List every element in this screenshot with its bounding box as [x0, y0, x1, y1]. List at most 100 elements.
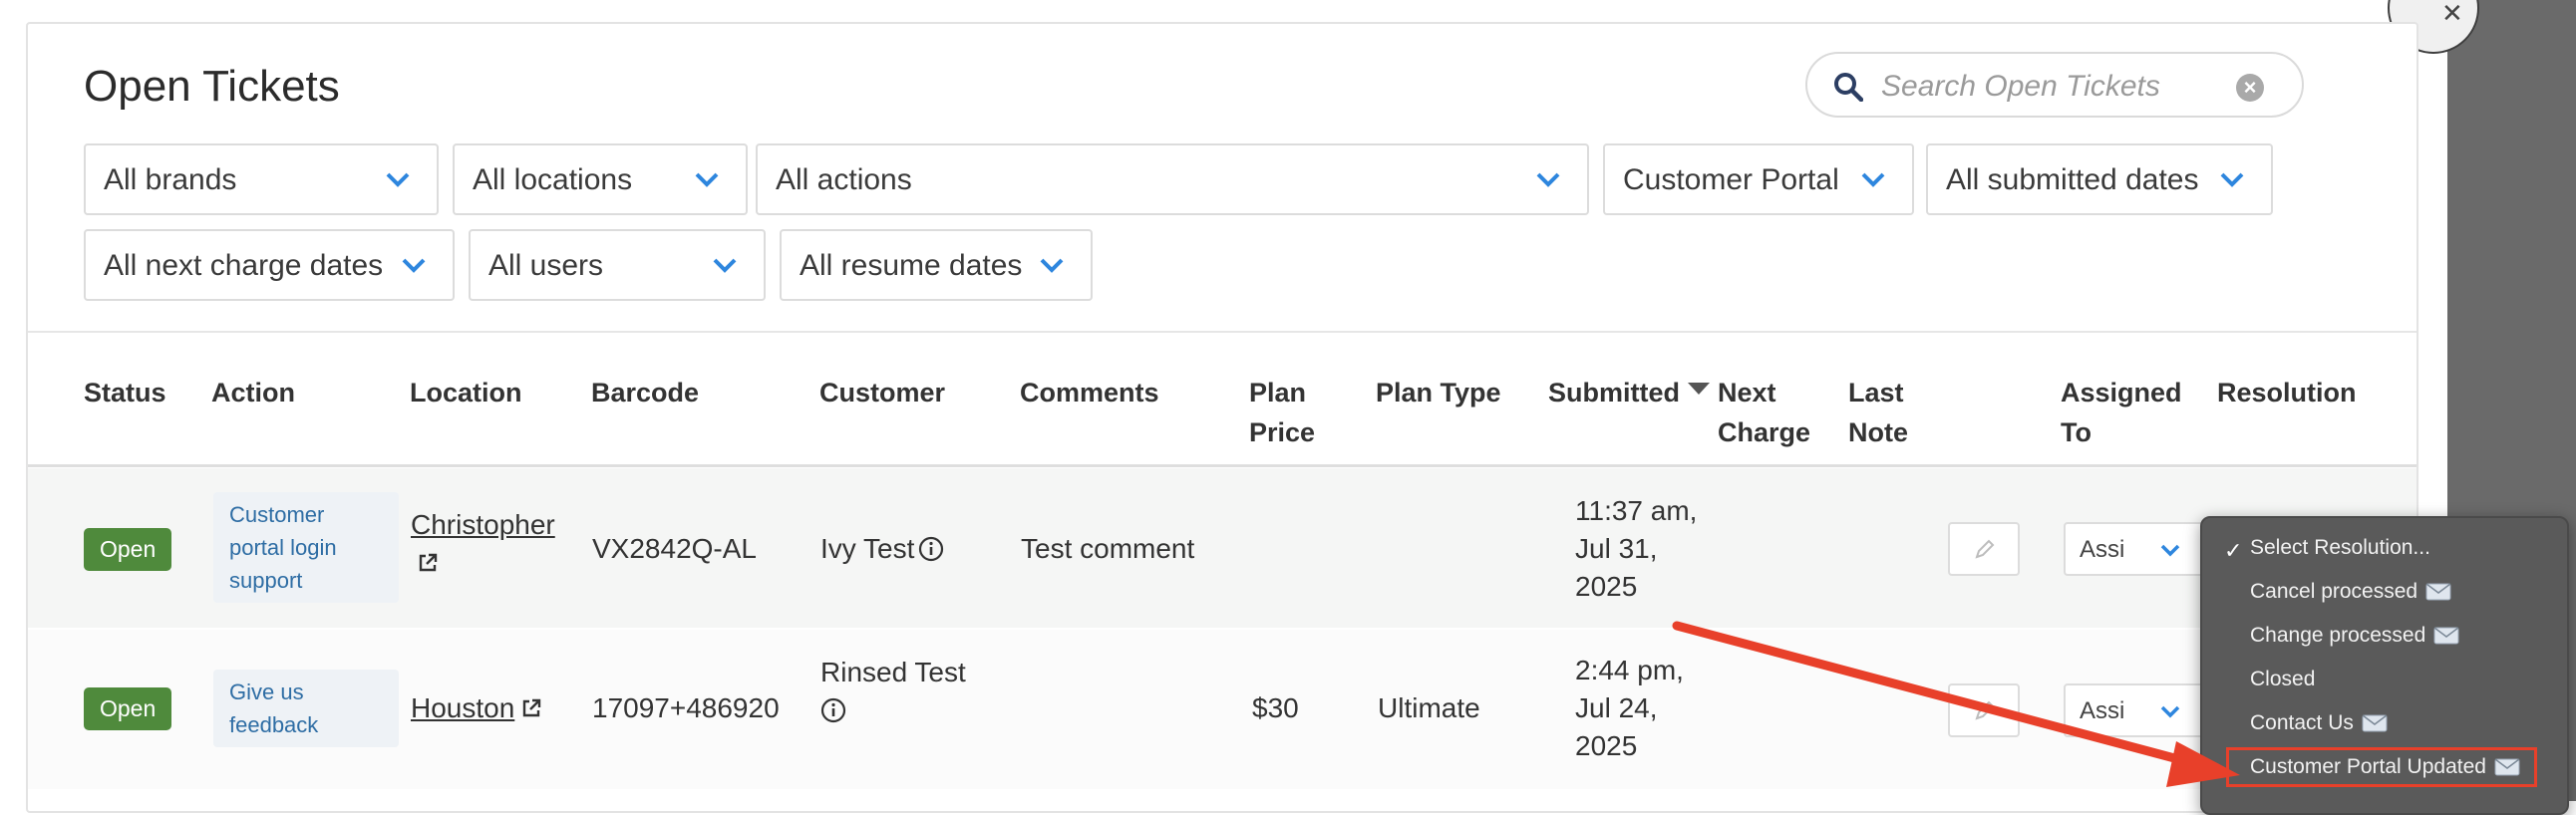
brands-filter[interactable]: All brands — [84, 143, 439, 215]
submitted-cell: 2:44 pm, Jul 24, 2025 — [1575, 652, 1684, 765]
resume-dates-filter[interactable]: All resume dates — [780, 229, 1093, 301]
edit-note-button[interactable] — [1948, 522, 2020, 576]
col-barcode[interactable]: Barcode — [591, 373, 699, 412]
option-label: Select Resolution... — [2250, 536, 2430, 559]
email-icon — [2433, 627, 2459, 645]
resolution-option-closed[interactable]: Closed — [2250, 668, 2315, 691]
submitted-time: 2:44 pm, — [1575, 655, 1684, 685]
submitted-cell: 11:37 am, Jul 31, 2025 — [1575, 492, 1697, 606]
status-badge: Open — [84, 687, 172, 730]
submitted-date: Jul 24, — [1575, 692, 1658, 723]
page-title: Open Tickets — [84, 62, 340, 111]
table-row[interactable]: Open Give us feedback Houston 17097+4869… — [28, 630, 2416, 789]
col-customer[interactable]: Customer — [819, 373, 945, 412]
col-assigned-to[interactable]: Assigned To — [2061, 373, 2182, 452]
users-filter[interactable]: All users — [469, 229, 766, 301]
chevron-down-icon — [1040, 258, 1064, 273]
external-link-icon[interactable] — [520, 697, 542, 719]
chevron-down-icon — [402, 258, 426, 273]
submitted-year: 2025 — [1575, 730, 1638, 761]
action-line: support — [229, 568, 303, 593]
barcode-cell: 17097+486920 — [592, 692, 780, 723]
col-submitted[interactable]: Submitted — [1548, 373, 1680, 412]
header-divider — [28, 464, 2416, 467]
action-tag: Customer portal login support — [213, 492, 399, 603]
action-line: Give us — [229, 679, 304, 704]
submitted-dates-filter[interactable]: All submitted dates — [1926, 143, 2273, 215]
col-comments[interactable]: Comments — [1020, 373, 1159, 412]
assign-select-value: Assign — [2080, 697, 2123, 724]
chevron-down-icon — [2160, 544, 2180, 557]
location-cell[interactable]: Christopher — [411, 506, 555, 582]
col-last-note-line2: Note — [1848, 417, 1908, 447]
location-link[interactable]: Houston — [411, 692, 514, 723]
assign-select[interactable]: Assign — [2064, 522, 2223, 576]
check-icon: ✓ — [2224, 538, 2243, 563]
submitted-dates-filter-label: All submitted dates — [1946, 163, 2199, 196]
brands-filter-label: All brands — [104, 163, 237, 196]
col-plan-price-line1: Plan — [1249, 378, 1307, 408]
option-label: Closed — [2250, 668, 2316, 690]
col-next-charge[interactable]: Next Charge — [1718, 373, 1810, 452]
comments-cell: Test comment — [1021, 533, 1195, 564]
location-link[interactable]: Christopher — [411, 509, 555, 540]
pencil-icon — [1975, 539, 1995, 559]
pencil-icon — [1975, 700, 1995, 720]
resume-dates-filter-label: All resume dates — [800, 249, 1023, 282]
col-action[interactable]: Action — [211, 373, 295, 412]
col-resolution[interactable]: Resolution — [2217, 373, 2357, 412]
resolution-dropdown[interactable]: ✓ Select Resolution... Cancel processed … — [2200, 516, 2569, 815]
customer-cell: Ivy Test — [820, 530, 944, 568]
location-cell[interactable]: Houston — [411, 689, 542, 727]
customer-name: Rinsed Test — [820, 657, 966, 687]
table-row[interactable]: Open Customer portal login support Chris… — [28, 468, 2416, 628]
col-status[interactable]: Status — [84, 373, 166, 412]
info-icon[interactable] — [820, 697, 846, 723]
resolution-option-contact-us[interactable]: Contact Us — [2250, 711, 2388, 735]
assign-select-value: Assign — [2080, 536, 2123, 563]
submitted-year: 2025 — [1575, 571, 1638, 602]
col-plan-price[interactable]: Plan Price — [1249, 373, 1315, 452]
chevron-down-icon — [695, 172, 719, 187]
plan-type-cell: Ultimate — [1378, 692, 1480, 723]
source-filter[interactable]: Customer Portal — [1603, 143, 1914, 215]
resolution-option-select[interactable]: Select Resolution... — [2250, 536, 2430, 560]
option-label: Change processed — [2250, 624, 2426, 647]
chevron-down-icon — [1861, 172, 1885, 187]
submitted-time: 11:37 am, — [1575, 495, 1698, 526]
sort-desc-icon[interactable] — [1688, 383, 1710, 395]
chevron-down-icon — [2160, 705, 2180, 718]
locations-filter[interactable]: All locations — [453, 143, 748, 215]
action-line: feedback — [229, 712, 319, 737]
customer-cell: Rinsed Test — [820, 654, 966, 729]
chevron-down-icon — [713, 258, 737, 273]
clear-search-icon[interactable]: × — [2236, 74, 2264, 102]
action-line: Customer — [229, 502, 325, 527]
option-label: Contact Us — [2250, 711, 2354, 734]
resolution-option-cancel-processed[interactable]: Cancel processed — [2250, 580, 2451, 604]
option-label: Cancel processed — [2250, 580, 2418, 603]
col-plan-type[interactable]: Plan Type — [1376, 373, 1501, 412]
email-icon — [2362, 714, 2388, 732]
locations-filter-label: All locations — [473, 163, 633, 196]
barcode-cell: VX2842Q-AL — [592, 533, 757, 564]
actions-filter[interactable]: All actions — [756, 143, 1589, 215]
col-last-note[interactable]: Last Note — [1848, 373, 1908, 452]
submitted-date: Jul 31, — [1575, 533, 1658, 564]
col-plan-price-line2: Price — [1249, 417, 1316, 447]
source-filter-label: Customer Portal — [1623, 163, 1839, 196]
col-last-note-line1: Last — [1848, 378, 1904, 408]
plan-price-cell: $30 — [1252, 692, 1299, 723]
chevron-down-icon — [2220, 172, 2244, 187]
external-link-icon[interactable] — [417, 552, 439, 574]
info-icon[interactable] — [918, 536, 944, 562]
resolution-option-change-processed[interactable]: Change processed — [2250, 624, 2459, 648]
search-input[interactable]: Search Open Tickets — [1881, 70, 2160, 104]
next-charge-dates-filter[interactable]: All next charge dates — [84, 229, 455, 301]
assign-select[interactable]: Assign — [2064, 683, 2223, 737]
col-location[interactable]: Location — [410, 373, 522, 412]
chevron-down-icon — [386, 172, 410, 187]
search-box[interactable]: Search Open Tickets × — [1805, 52, 2304, 118]
edit-note-button[interactable] — [1948, 683, 2020, 737]
search-icon — [1834, 73, 1863, 102]
